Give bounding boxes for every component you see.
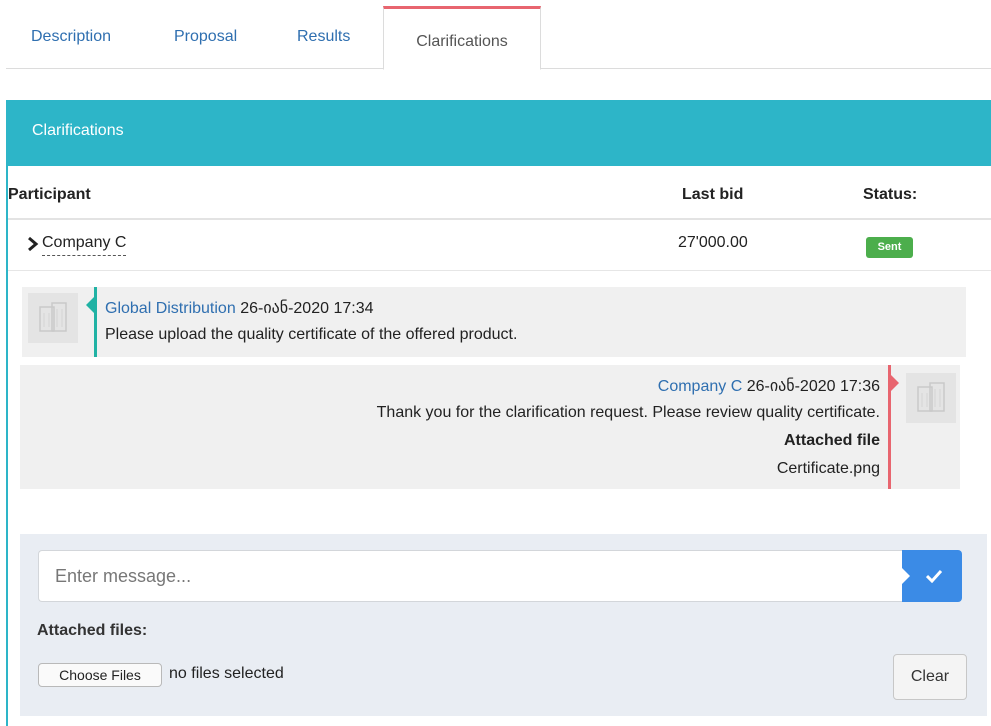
message-sender[interactable]: Global Distribution xyxy=(105,300,236,317)
message-accent-bar xyxy=(94,287,97,357)
clear-button[interactable]: Clear xyxy=(893,654,967,700)
building-icon xyxy=(39,302,67,332)
tab-clarifications[interactable]: Clarifications xyxy=(383,6,541,70)
chevron-right-icon[interactable] xyxy=(26,236,40,252)
column-header-last-bid: Last bid xyxy=(682,186,744,203)
attached-files-label: Attached files: xyxy=(37,622,148,639)
tab-bar: Description Proposal Results Clarificati… xyxy=(6,0,991,70)
avatar xyxy=(906,373,956,423)
message-meta: Global Distribution 26-იან-2020 17:34 xyxy=(105,298,373,318)
panel-title: Clarifications xyxy=(32,122,124,139)
panel-header: Clarifications xyxy=(6,100,991,166)
message-incoming: Global Distribution 26-იან-2020 17:34 Pl… xyxy=(22,287,966,357)
participant-name-link[interactable]: Company C xyxy=(42,234,127,256)
header-divider xyxy=(8,218,991,220)
column-header-participant: Participant xyxy=(8,186,91,203)
avatar xyxy=(28,293,78,343)
message-input[interactable] xyxy=(38,550,908,602)
message-sender[interactable]: Company C xyxy=(658,378,742,395)
tab-proposal[interactable]: Proposal xyxy=(174,28,237,46)
message-timestamp: 26-იან-2020 17:34 xyxy=(240,300,374,317)
attached-file-label: Attached file xyxy=(783,432,880,449)
tab-clarifications-label: Clarifications xyxy=(416,33,508,50)
message-meta: Company C 26-იან-2020 17:36 xyxy=(658,376,880,396)
tab-results[interactable]: Results xyxy=(297,28,350,46)
clarifications-panel: Clarifications Participant Last bid Stat… xyxy=(6,100,991,726)
choose-files-button[interactable]: Choose Files xyxy=(38,663,162,687)
file-status: no files selected xyxy=(169,665,284,682)
column-header-status: Status: xyxy=(863,186,918,203)
message-pointer xyxy=(86,297,94,313)
send-button[interactable] xyxy=(902,550,962,602)
check-icon xyxy=(926,569,942,583)
attachment-link[interactable]: Certificate.png xyxy=(777,460,880,478)
message-text: Thank you for the clarification request.… xyxy=(376,404,880,421)
row-divider xyxy=(8,270,991,271)
tab-description[interactable]: Description xyxy=(31,28,111,46)
message-composer: Attached files: Choose Files no files se… xyxy=(20,534,987,716)
building-icon xyxy=(917,382,945,412)
send-button-notch xyxy=(902,568,910,584)
message-timestamp: 26-იან-2020 17:36 xyxy=(746,378,880,395)
last-bid-value: 27'000.00 xyxy=(678,234,748,251)
status-badge: Sent xyxy=(866,237,913,258)
message-outgoing: Company C 26-იან-2020 17:36 Thank you fo… xyxy=(20,365,960,489)
message-pointer xyxy=(891,375,899,391)
message-text: Please upload the quality certificate of… xyxy=(105,326,518,343)
